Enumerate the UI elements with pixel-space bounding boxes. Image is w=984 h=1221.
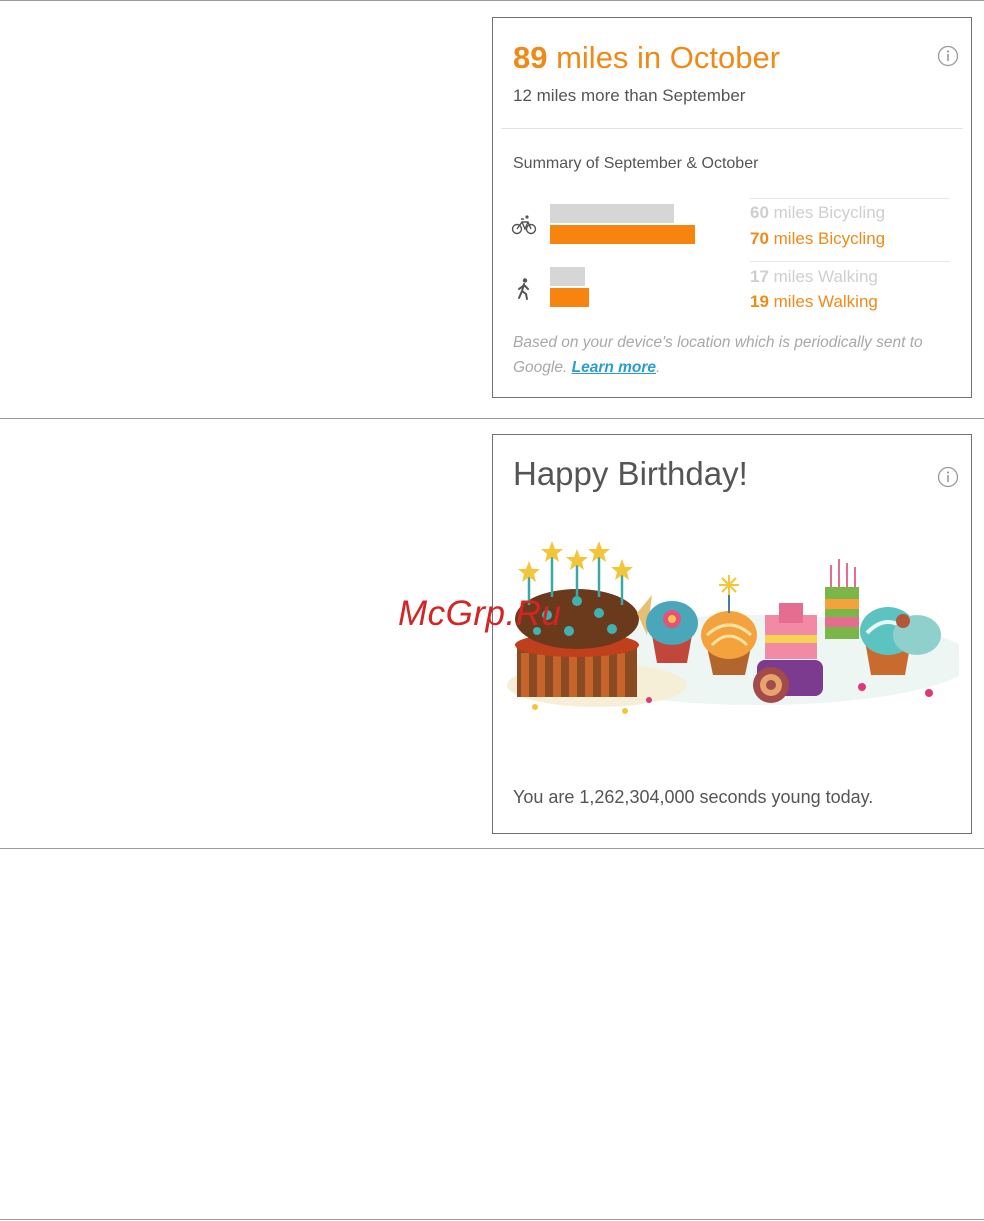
bicycling-september-bar bbox=[550, 204, 675, 223]
miles-divider bbox=[501, 128, 963, 129]
miles-headline: 89 miles in October bbox=[513, 40, 780, 76]
top-rule bbox=[0, 0, 984, 1]
bicycling-october-label: 70 miles Bicycling bbox=[750, 229, 885, 249]
location-footnote: Based on your device's location which is… bbox=[513, 330, 958, 380]
learn-more-link[interactable]: Learn more bbox=[572, 359, 656, 376]
bicycling-september-text: miles Bicycling bbox=[768, 203, 886, 222]
bicycling-october-text: miles Bicycling bbox=[768, 229, 886, 248]
walking-october-label: 19 miles Walking bbox=[750, 292, 878, 312]
bicycling-september-number: 60 bbox=[750, 203, 769, 222]
middle-rule bbox=[0, 418, 984, 419]
miles-headline-text: miles in October bbox=[547, 40, 781, 75]
summary-title: Summary of September & October bbox=[513, 155, 759, 172]
miles-headline-number: 89 bbox=[513, 40, 548, 75]
lower-rule bbox=[0, 848, 984, 849]
walking-september-label: 17 miles Walking bbox=[750, 267, 878, 287]
walking-october-bar bbox=[550, 288, 590, 307]
walking-september-bar bbox=[550, 267, 586, 286]
info-icon[interactable] bbox=[937, 45, 959, 67]
watermark: McGrp.Ru bbox=[398, 594, 562, 633]
bicycling-october-number: 70 bbox=[750, 229, 769, 248]
birthday-message: You are 1,262,304,000 seconds young toda… bbox=[513, 787, 874, 807]
miles-subline: 12 miles more than September bbox=[513, 86, 746, 105]
walking-september-text: miles Walking bbox=[768, 267, 878, 286]
info-icon[interactable] bbox=[937, 466, 959, 488]
birthday-cakes-illustration bbox=[507, 541, 959, 714]
footnote-end: . bbox=[656, 359, 661, 376]
bicycle-icon bbox=[511, 215, 537, 235]
bottom-rule bbox=[0, 1219, 984, 1220]
stat-divider bbox=[750, 261, 950, 262]
walking-october-text: miles Walking bbox=[768, 292, 878, 311]
stat-divider bbox=[750, 198, 950, 199]
birthday-card[interactable]: Happy Birthday! You are 1,262,304,000 se… bbox=[492, 434, 972, 834]
walking-september-number: 17 bbox=[750, 267, 769, 286]
walking-october-number: 19 bbox=[750, 292, 769, 311]
bicycling-september-label: 60 miles Bicycling bbox=[750, 203, 885, 223]
bicycling-october-bar bbox=[550, 225, 695, 244]
walking-icon bbox=[518, 278, 529, 300]
miles-card[interactable]: 89 miles in October 12 miles more than S… bbox=[492, 17, 972, 398]
birthday-title: Happy Birthday! bbox=[513, 455, 748, 492]
